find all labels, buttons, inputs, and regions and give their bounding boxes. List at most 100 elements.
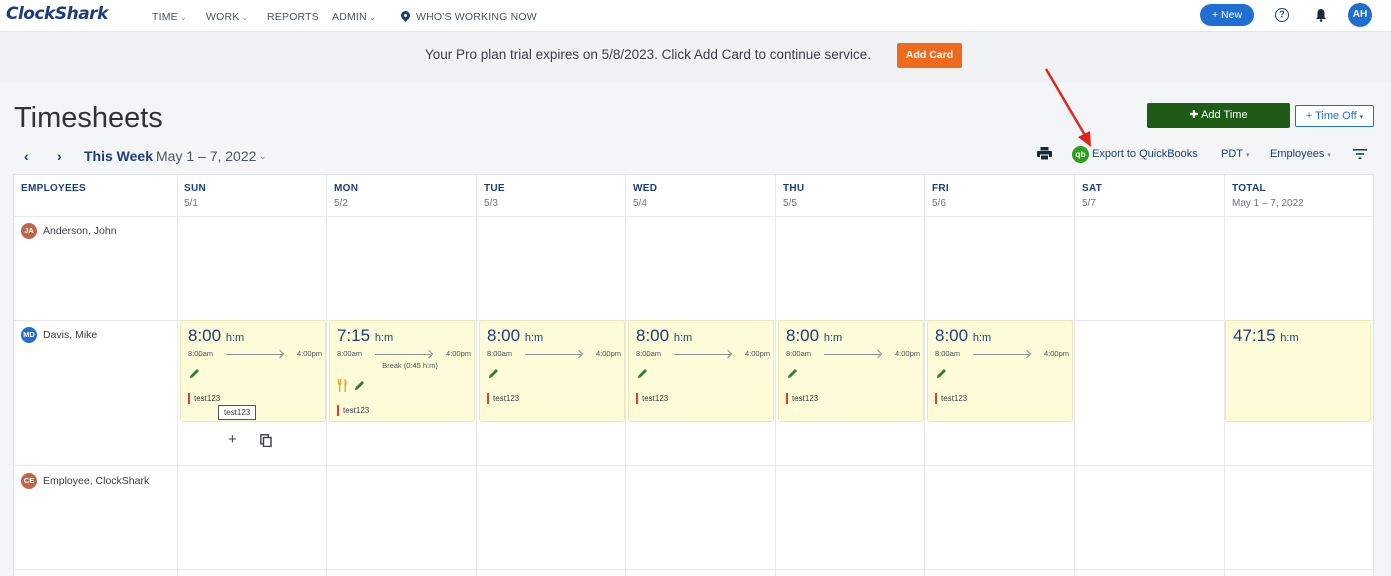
employee-row-clockshark[interactable]: CE Employee, ClockShark [21, 473, 149, 489]
timesheet-table: EMPLOYEES SUN 5/1 MON 5/2 TUE 5/3 WED 5/4 TH… [13, 174, 1375, 576]
hours-unit: h:m [1280, 332, 1299, 344]
job-tag: test123 [786, 393, 818, 404]
nav-admin[interactable]: ADMIN ⌄ [332, 11, 376, 23]
divider [625, 175, 626, 576]
nav-work[interactable]: WORK ⌄ [206, 11, 248, 23]
next-week-button[interactable]: › [57, 148, 62, 164]
hours-unit: h:m [823, 332, 843, 344]
column-header-tue: TUE 5/3 [477, 175, 626, 217]
hours-value: 8:00 [487, 326, 521, 345]
avatar: CE [21, 473, 37, 489]
shift-card-mon[interactable]: 7:15 h:m 8:00am 4:00pm Break (0:45 h:m) t… [329, 320, 475, 422]
column-header-fri: FRI 5/6 [925, 175, 1075, 217]
employee-row-anderson[interactable]: JA Anderson, John [21, 223, 117, 239]
chevron-down-icon[interactable]: ⌄ [259, 151, 267, 162]
divider [14, 216, 1375, 217]
arrow-right-icon [824, 354, 880, 355]
nav-reports[interactable]: REPORTS [267, 11, 319, 23]
start-time: 8:00am [636, 349, 662, 358]
divider [1074, 175, 1075, 576]
day-label: SUN [184, 183, 207, 194]
pencil-icon[interactable] [636, 367, 649, 380]
pencil-icon[interactable] [935, 367, 948, 380]
day-label: FRI [932, 183, 950, 194]
start-time: 8:00am [487, 349, 513, 358]
hours-value: 7:15 [337, 326, 371, 345]
arrow-right-icon [226, 354, 282, 355]
date-label: 5/4 [633, 198, 647, 209]
location-pin-icon [399, 9, 412, 22]
filter-icon[interactable] [1353, 148, 1367, 160]
date-label: 5/6 [932, 198, 946, 209]
shift-hours: 8:00 h:m [786, 326, 842, 346]
nav-whos-working-now[interactable]: WHO'S WORKING NOW [399, 9, 537, 23]
add-shift-button[interactable]: + [228, 431, 237, 448]
shift-time-range: 8:00am 4:00pm [935, 349, 1069, 361]
nav-reports-label: REPORTS [267, 11, 319, 23]
shift-card-wed[interactable]: 8:00 h:m 8:00am 4:00pm test123 [628, 320, 774, 422]
shift-hours: 8:00 h:m [487, 326, 543, 346]
time-off-button[interactable]: + Time Off ▾ [1295, 105, 1374, 127]
employee-row-davis[interactable]: MD Davis, Mike [21, 327, 97, 343]
pencil-icon[interactable] [487, 367, 500, 380]
week-range[interactable]: May 1 – 7, 2022 [156, 148, 256, 164]
this-week-link[interactable]: This Week [84, 148, 153, 164]
day-label: TUE [484, 183, 505, 194]
add-time-label: Add Time [1201, 109, 1248, 121]
chevron-down-icon: ⌄ [179, 13, 187, 22]
shift-hours: 8:00 h:m [188, 326, 244, 346]
chevron-down-icon: ▾ [1246, 152, 1250, 159]
end-time: 4:00pm [1043, 349, 1069, 358]
job-tag: test123 [935, 393, 967, 404]
date-label: 5/3 [484, 198, 498, 209]
divider [775, 175, 776, 576]
shift-hours: 8:00 h:m [935, 326, 991, 346]
start-time: 8:00am [337, 349, 363, 358]
end-time: 4:00pm [894, 349, 920, 358]
divider [14, 569, 1375, 570]
pencil-icon[interactable] [786, 367, 799, 380]
day-label: SAT [1082, 183, 1103, 194]
employees-dropdown[interactable]: Employees ▾ [1270, 148, 1331, 160]
user-avatar[interactable]: AH [1348, 3, 1372, 27]
shift-card-fri[interactable]: 8:00 h:m 8:00am 4:00pm test123 [927, 320, 1073, 422]
hours-value: 8:00 [786, 326, 820, 345]
meal-break-icon[interactable] [337, 379, 349, 392]
shift-time-range: 8:00am 4:00pm [337, 349, 471, 361]
start-time: 8:00am [188, 349, 214, 358]
column-header-mon: MON 5/2 [327, 175, 477, 217]
job-tag: test123 [636, 393, 668, 404]
shift-card-thu[interactable]: 8:00 h:m 8:00am 4:00pm test123 [778, 320, 924, 422]
pencil-icon[interactable] [353, 379, 366, 392]
add-card-button[interactable]: Add Card [897, 43, 962, 68]
column-header-sat: SAT 5/7 [1075, 175, 1225, 217]
help-icon[interactable]: ? [1275, 8, 1289, 22]
nav-time[interactable]: TIME ⌄ [152, 11, 187, 23]
add-time-button[interactable]: ✚ Add Time [1147, 103, 1290, 128]
end-time: 4:00pm [296, 349, 322, 358]
bell-icon[interactable] [1315, 8, 1327, 22]
trial-message: Your Pro plan trial expires on 5/8/2023.… [425, 47, 872, 62]
employees-header-label: EMPLOYEES [21, 183, 86, 194]
column-header-wed: WED 5/4 [626, 175, 776, 217]
shift-hours: 7:15 h:m [337, 326, 393, 346]
nav-work-label: WORK [206, 11, 240, 23]
arrow-right-icon [973, 354, 1029, 355]
hours-value: 8:00 [188, 326, 222, 345]
plus-icon: ✚ [1189, 109, 1202, 121]
previous-week-button[interactable]: ‹ [24, 148, 29, 164]
clockshark-logo[interactable]: ClockShark [6, 4, 108, 24]
arrow-right-icon [674, 354, 730, 355]
export-to-quickbooks-link[interactable]: Export to QuickBooks [1092, 148, 1198, 160]
new-button[interactable]: + New [1200, 4, 1254, 26]
timezone-label: PDT [1221, 148, 1243, 160]
pencil-icon[interactable] [188, 367, 201, 380]
total-hours-value: 47:15 [1233, 326, 1276, 345]
employee-name: Anderson, John [43, 225, 117, 237]
shift-card-tue[interactable]: 8:00 h:m 8:00am 4:00pm test123 [479, 320, 625, 422]
timezone-dropdown[interactable]: PDT ▾ [1221, 148, 1250, 160]
date-label: 5/7 [1082, 198, 1096, 209]
divider [177, 175, 178, 576]
copy-icon[interactable] [260, 434, 272, 447]
date-label: 5/5 [783, 198, 797, 209]
